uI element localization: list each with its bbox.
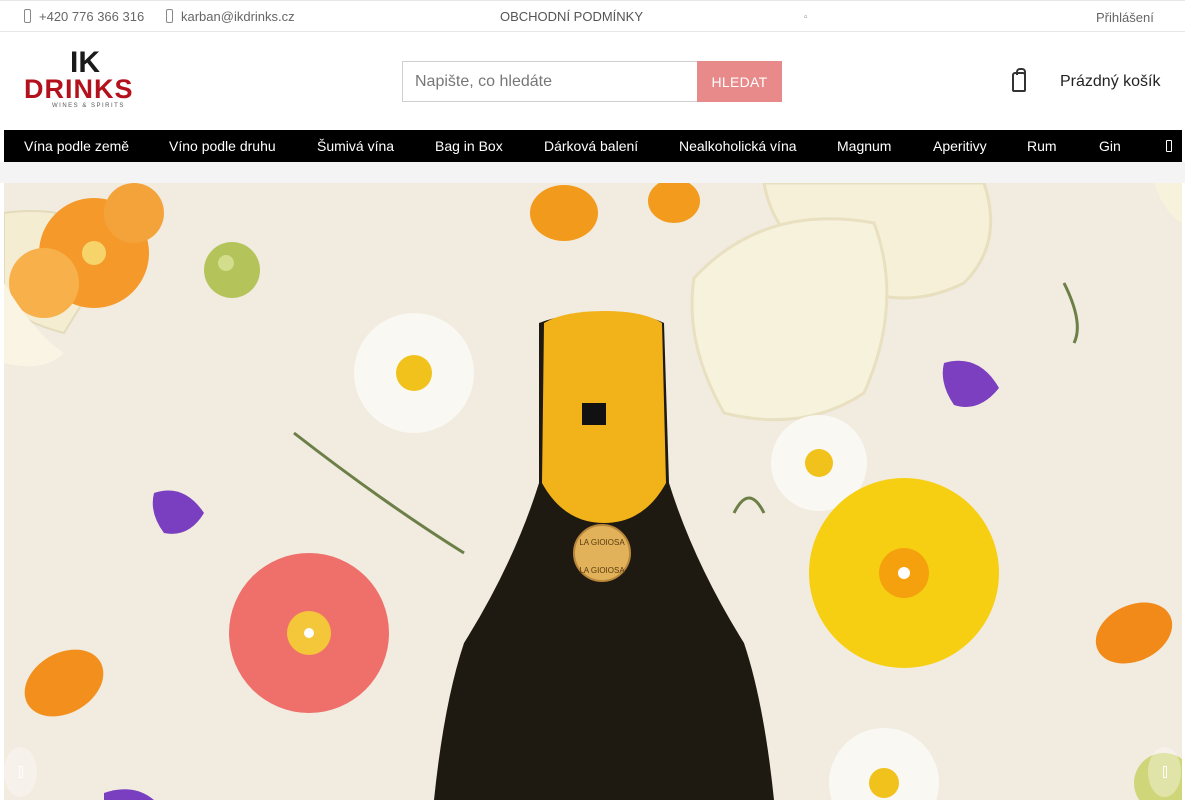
nav-item-sparkling-wines[interactable]: Šumivá vína [317, 130, 394, 162]
yellow-flower [809, 478, 999, 668]
site-logo[interactable]: IK DRINKS WINES & SPIRITS [24, 48, 148, 110]
hero-image: LA GIOIOSA LA GIOIOSA [4, 183, 1182, 800]
nav-item-bag-in-box[interactable]: Bag in Box [435, 130, 503, 162]
logo-text-drinks: DRINKS [24, 74, 134, 104]
cart-icon[interactable] [1012, 68, 1026, 92]
nav-item-wines-by-country[interactable]: Vína podle země [24, 130, 129, 162]
phone-icon [24, 9, 31, 23]
pink-flower [229, 553, 389, 713]
menu-more-icon [1166, 140, 1172, 152]
arrow-left-icon [18, 766, 23, 778]
nav-item-non-alcoholic-wines[interactable]: Nealkoholická vína [679, 130, 797, 162]
terms-link[interactable]: OBCHODNÍ PODMÍNKY [500, 1, 643, 31]
nav-item-gin[interactable]: Gin [1099, 130, 1121, 162]
email-address[interactable]: karban@ikdrinks.cz [181, 9, 295, 24]
nav-item-rum[interactable]: Rum [1027, 130, 1057, 162]
nav-item-magnum[interactable]: Magnum [837, 130, 891, 162]
phone-contact[interactable]: +420 776 366 316 [24, 1, 144, 31]
daisy-flower [354, 313, 474, 433]
nav-more-button[interactable] [1166, 130, 1172, 162]
phone-number[interactable]: +420 776 366 316 [39, 9, 144, 24]
main-navigation: Vína podle země Víno podle druhu Šumivá … [4, 130, 1182, 162]
search-input[interactable] [402, 61, 697, 102]
bottle-label-bottom: LA GIOIOSA [579, 566, 625, 575]
nav-item-gift-packages[interactable]: Dárková balení [544, 130, 638, 162]
email-contact[interactable]: karban@ikdrinks.cz [166, 1, 295, 31]
hero-banner[interactable]: LA GIOIOSA LA GIOIOSA [4, 183, 1182, 800]
cart[interactable]: Prázdný košík [1012, 66, 1160, 98]
bottle-label-top: LA GIOIOSA [579, 538, 625, 547]
arrow-right-icon [1162, 766, 1167, 778]
spacer-band [0, 162, 1185, 183]
login-link[interactable]: Přihlášení [1096, 1, 1154, 33]
nav-item-aperitifs[interactable]: Aperitivy [933, 130, 987, 162]
slider-next-button[interactable] [1148, 747, 1181, 797]
slider-prev-button[interactable] [4, 747, 37, 797]
search-button[interactable]: HLEDAT [697, 61, 782, 102]
mail-icon [166, 9, 173, 23]
logo-tagline: WINES & SPIRITS [52, 103, 125, 109]
search-form: HLEDAT [402, 61, 782, 102]
nav-item-wine-by-type[interactable]: Víno podle druhu [169, 130, 276, 162]
language-icon[interactable]: ▫ [804, 1, 808, 33]
top-bar: +420 776 366 316 karban@ikdrinks.cz OBCH… [0, 0, 1185, 32]
cart-label[interactable]: Prázdný košík [1060, 73, 1160, 91]
